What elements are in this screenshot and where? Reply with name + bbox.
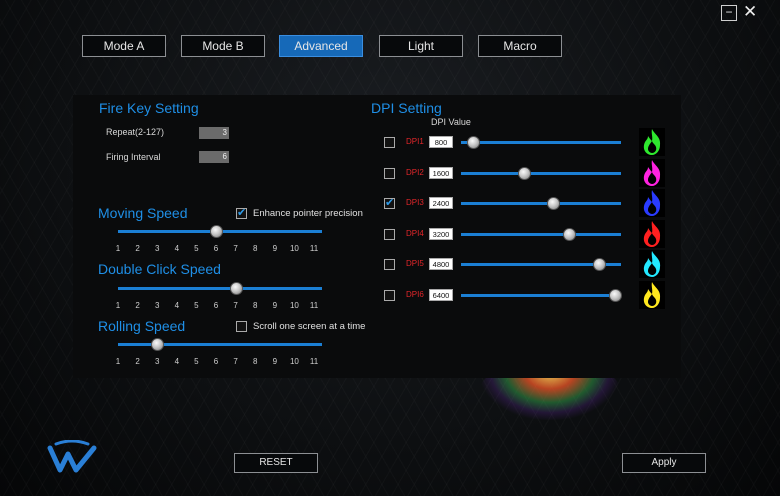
apply-button[interactable]: Apply [622, 453, 706, 473]
scale-tick: 5 [194, 301, 199, 310]
scroll-screen-checkbox[interactable] [236, 321, 247, 332]
scale-tick: 7 [233, 244, 238, 253]
tab-mode-a[interactable]: Mode A [82, 35, 166, 57]
dpi-checkbox-1[interactable] [384, 137, 395, 148]
double-click-track[interactable] [118, 287, 322, 290]
dpi-checkbox-2[interactable] [384, 167, 395, 179]
dpi-value-6[interactable]: 6400 [429, 289, 453, 301]
dpi-slider-knob-2[interactable] [518, 166, 531, 180]
double-click-title: Double Click Speed [98, 261, 221, 277]
tab-light[interactable]: Light [379, 35, 463, 57]
scale-tick: 4 [174, 357, 180, 366]
dpi-value-4[interactable]: 3200 [429, 227, 453, 240]
dpi-slider-knob-4[interactable] [562, 227, 576, 241]
scale-tick: 9 [272, 357, 278, 366]
rolling-speed-knob[interactable] [151, 338, 165, 351]
tab-advanced[interactable]: Advanced [279, 35, 363, 57]
scale-tick: 3 [154, 244, 160, 253]
dpi-label-6: DPI6 [406, 290, 424, 299]
tab-macro[interactable]: Macro [478, 35, 562, 57]
scale-tick: 8 [252, 244, 258, 253]
enhance-precision-checkbox[interactable] [236, 206, 247, 219]
scale-tick: 6 [213, 357, 219, 366]
repeat-label: Repeat(2-127) [106, 127, 165, 137]
dpi-color-flame-icon[interactable] [639, 250, 665, 279]
firing-interval-label: Firing Interval [106, 152, 161, 162]
scale-tick: 11 [309, 357, 319, 366]
scale-tick: 10 [289, 301, 299, 310]
dpi-label-3: DPI3 [406, 198, 424, 208]
close-button[interactable]: ✕ [743, 3, 757, 20]
scale-tick: 5 [194, 244, 199, 253]
dpi-slider-knob-1[interactable] [466, 136, 480, 149]
scale-tick: 7 [233, 357, 238, 366]
scale-tick: 7 [233, 301, 238, 310]
enhance-precision-label: Enhance pointer precision [253, 208, 363, 219]
scale-tick: 11 [309, 244, 319, 253]
mode-tabs: Mode A Mode B Advanced Light Macro [0, 35, 780, 59]
advanced-panel: Fire Key Setting Repeat(2-127) 3 Firing … [73, 95, 681, 378]
dpi-color-flame-icon[interactable] [639, 189, 665, 218]
repeat-input[interactable]: 3 [199, 127, 229, 139]
dpi-color-flame-icon[interactable] [639, 158, 665, 187]
dpi-color-flame-icon[interactable] [639, 281, 665, 309]
scale-tick: 10 [289, 357, 299, 366]
moving-speed-title: Moving Speed [98, 205, 188, 221]
dpi-slider-knob-5[interactable] [593, 258, 607, 272]
scale-tick: 9 [272, 301, 278, 310]
dpi-slider-knob-3[interactable] [546, 197, 560, 211]
scale-tick: 4 [174, 244, 180, 253]
rolling-speed-title: Rolling Speed [98, 318, 186, 334]
dpi-slider-track-6[interactable] [461, 294, 621, 297]
brand-logo [47, 440, 97, 473]
moving-speed-knob[interactable] [210, 225, 223, 238]
dpi-slider-track-2[interactable] [461, 171, 621, 175]
scale-tick: 10 [289, 244, 299, 253]
scale-tick: 6 [213, 244, 219, 253]
dpi-label-5: DPI5 [406, 259, 424, 269]
scale-tick: 3 [154, 301, 160, 310]
dpi-checkbox-4[interactable] [384, 228, 395, 240]
scale-tick: 5 [194, 357, 199, 366]
scale-tick: 11 [309, 301, 319, 310]
dpi-color-flame-icon[interactable] [639, 128, 665, 156]
rolling-speed-track[interactable] [118, 343, 322, 346]
scale-tick: 3 [154, 357, 160, 366]
dpi-slider-knob-6[interactable] [609, 289, 623, 302]
scale-tick: 2 [135, 301, 140, 310]
firing-interval-input[interactable]: 6 [199, 151, 229, 163]
dpi-setting-title: DPI Setting [371, 100, 442, 116]
scale-tick: 4 [174, 301, 180, 310]
scale-tick: 8 [252, 357, 258, 366]
reset-button[interactable]: RESET [234, 453, 318, 473]
dpi-value-3[interactable]: 2400 [429, 197, 453, 210]
scale-tick: 6 [213, 301, 219, 310]
dpi-value-2[interactable]: 1600 [429, 166, 453, 179]
dpi-checkbox-5[interactable] [384, 259, 395, 271]
dpi-color-flame-icon[interactable] [639, 219, 665, 248]
scroll-screen-label: Scroll one screen at a time [253, 321, 366, 332]
tab-mode-b[interactable]: Mode B [181, 35, 265, 57]
scale-tick: 1 [115, 357, 121, 366]
scale-tick: 1 [115, 244, 121, 253]
dpi-checkbox-6[interactable] [384, 290, 395, 301]
scale-tick: 2 [135, 357, 140, 366]
fire-key-title: Fire Key Setting [99, 100, 199, 116]
scale-tick: 2 [135, 244, 140, 253]
minimize-button[interactable]: − [721, 5, 737, 21]
dpi-label-1: DPI1 [406, 137, 424, 146]
scale-tick: 9 [272, 244, 278, 253]
dpi-slider-track-1[interactable] [461, 141, 621, 144]
dpi-slider-track-4[interactable] [461, 232, 621, 236]
dpi-checkbox-3[interactable] [384, 196, 395, 210]
dpi-label-2: DPI2 [406, 167, 424, 177]
dpi-label-4: DPI4 [406, 228, 424, 238]
dpi-value-1[interactable]: 800 [429, 136, 453, 148]
dpi-value-5[interactable]: 4800 [429, 258, 453, 271]
dpi-slider-track-3[interactable] [461, 202, 621, 206]
double-click-knob[interactable] [229, 282, 243, 295]
scale-tick: 1 [115, 301, 121, 310]
scale-tick: 8 [252, 301, 258, 310]
dpi-value-header: DPI Value [431, 117, 471, 127]
